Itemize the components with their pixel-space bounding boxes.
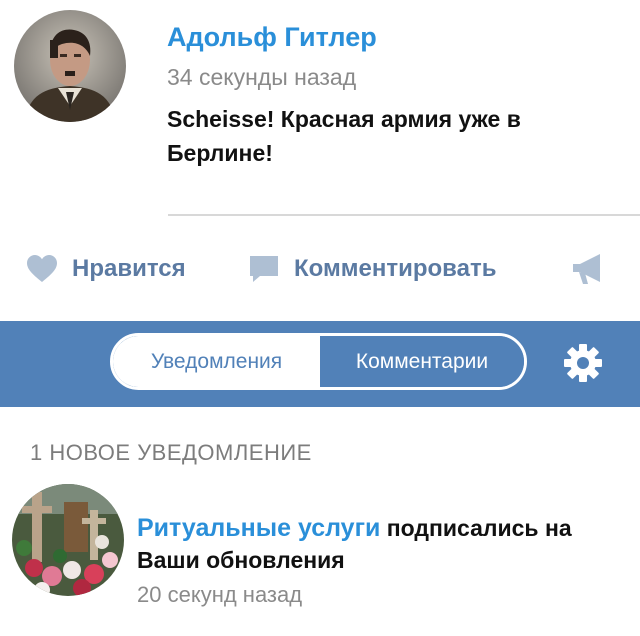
comment-label: Комментировать xyxy=(294,255,497,282)
post-timestamp: 34 секунды назад xyxy=(167,64,357,90)
comment-icon xyxy=(250,256,278,282)
post-author-name[interactable]: Адольф Гитлер xyxy=(167,22,377,53)
tab-notifications[interactable]: Уведомления xyxy=(113,336,320,387)
author-avatar[interactable] xyxy=(14,10,126,122)
share-button[interactable] xyxy=(570,252,606,286)
notification-avatar[interactable] xyxy=(12,484,124,596)
megaphone-icon xyxy=(573,254,600,284)
like-label: Нравится xyxy=(72,255,186,282)
notifications-header-bar: Уведомления Комментарии xyxy=(0,321,640,407)
post-text: Scheisse! Красная армия уже в Берлине! xyxy=(167,106,521,166)
post-actions: Нравится Комментировать xyxy=(0,238,640,300)
gear-icon xyxy=(564,344,602,382)
tab-comments[interactable]: Комментарии xyxy=(320,336,524,387)
new-notifications-heading: 1 НОВОЕ УВЕДОМЛЕНИЕ xyxy=(30,440,312,465)
heart-icon xyxy=(27,255,57,282)
segmented-control: Уведомления Комментарии xyxy=(110,333,527,390)
divider xyxy=(168,214,640,216)
settings-button[interactable] xyxy=(563,343,603,383)
post: Адольф Гитлер 34 секунды назад Scheisse!… xyxy=(0,0,640,215)
comment-button[interactable]: Комментировать xyxy=(248,254,496,284)
notification-timestamp: 20 секунд назад xyxy=(137,582,303,607)
notification-text: Ритуальные услуги подписались на Ваши об… xyxy=(137,512,617,576)
like-button[interactable]: Нравится xyxy=(26,254,186,284)
notification-sender[interactable]: Ритуальные услуги xyxy=(137,514,380,542)
